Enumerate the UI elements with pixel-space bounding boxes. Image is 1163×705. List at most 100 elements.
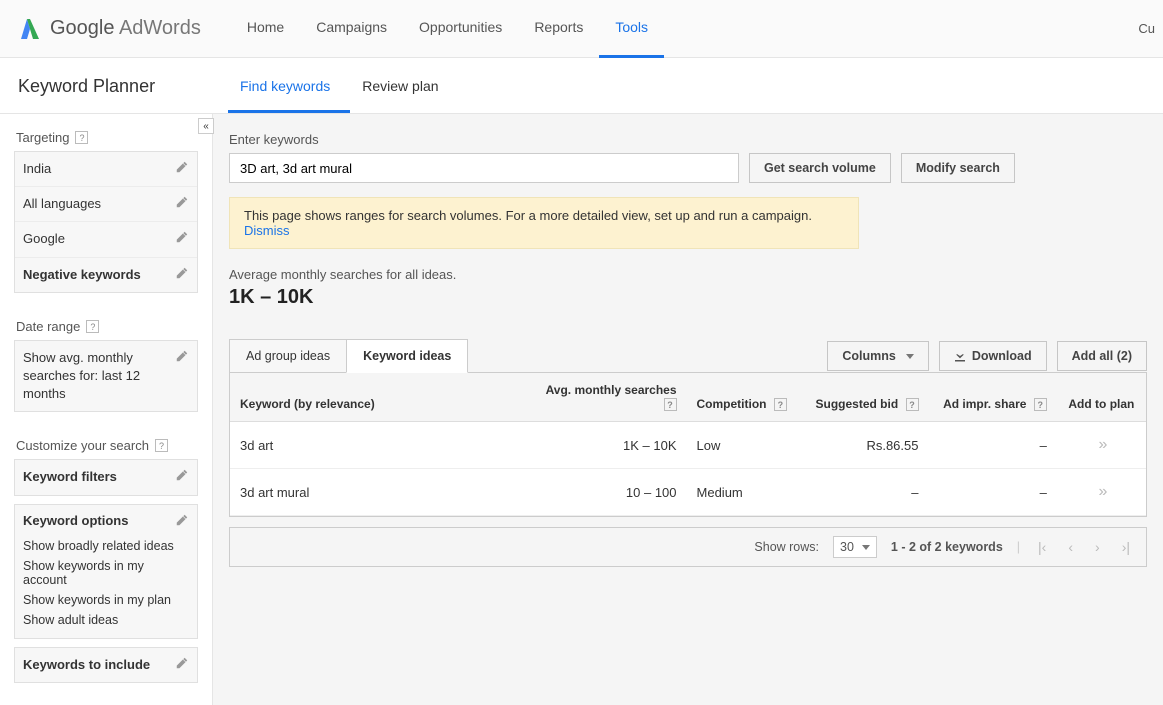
help-icon[interactable]: ? bbox=[75, 131, 88, 144]
notice-text: This page shows ranges for search volume… bbox=[244, 208, 812, 223]
col-competition[interactable]: Competition ? bbox=[687, 373, 801, 422]
date-range-row[interactable]: Show avg. monthly searches for: last 12 … bbox=[15, 341, 197, 412]
help-icon[interactable]: ? bbox=[86, 320, 99, 333]
tab-ad-group-ideas[interactable]: Ad group ideas bbox=[229, 339, 347, 373]
cell-bid: – bbox=[801, 469, 929, 516]
add-all-button[interactable]: Add all (2) bbox=[1057, 341, 1147, 371]
cell-impr: – bbox=[929, 422, 1057, 469]
modify-search-button[interactable]: Modify search bbox=[901, 153, 1015, 183]
first-page-button[interactable]: |‹ bbox=[1034, 539, 1050, 555]
columns-button[interactable]: Columns bbox=[827, 341, 928, 371]
targeting-box: India All languages Google Negative keyw… bbox=[14, 151, 198, 293]
customize-section-title: Customize your search ? bbox=[16, 438, 198, 453]
cell-searches: 1K – 10K bbox=[530, 422, 687, 469]
pencil-icon[interactable] bbox=[175, 160, 189, 174]
table-row: 3d art 1K – 10K Low Rs.86.55 – » bbox=[230, 422, 1146, 469]
date-range-box: Show avg. monthly searches for: last 12 … bbox=[14, 340, 198, 413]
pencil-icon[interactable] bbox=[175, 349, 189, 363]
sidebar: « Targeting ? India All languages Google… bbox=[0, 114, 212, 705]
add-to-plan-button[interactable]: » bbox=[1098, 436, 1104, 453]
page-title: Keyword Planner bbox=[18, 76, 228, 113]
cell-competition: Low bbox=[687, 422, 801, 469]
keyword-filters-row[interactable]: Keyword filters bbox=[15, 460, 197, 494]
keywords-include-row[interactable]: Keywords to include bbox=[15, 648, 197, 682]
list-item: Show keywords in my plan bbox=[23, 590, 189, 610]
results-table: Keyword (by relevance) Avg. monthly sear… bbox=[229, 372, 1147, 517]
keywords-input[interactable] bbox=[229, 153, 739, 183]
chevron-down-icon bbox=[862, 545, 870, 550]
pencil-icon[interactable] bbox=[175, 656, 189, 670]
keyword-filters-box: Keyword filters bbox=[14, 459, 198, 495]
help-icon[interactable]: ? bbox=[155, 439, 168, 452]
add-to-plan-button[interactable]: » bbox=[1098, 483, 1104, 500]
pencil-icon[interactable] bbox=[175, 230, 189, 244]
nav-opportunities[interactable]: Opportunities bbox=[403, 0, 518, 58]
pencil-icon[interactable] bbox=[175, 195, 189, 209]
help-icon[interactable]: ? bbox=[1034, 398, 1047, 411]
sub-header: Keyword Planner Find keywords Review pla… bbox=[0, 58, 1163, 114]
help-icon[interactable]: ? bbox=[774, 398, 787, 411]
header-right-text: Cu bbox=[1138, 21, 1155, 36]
pagination: Show rows: 30 1 - 2 of 2 keywords | |‹ ‹… bbox=[229, 527, 1147, 567]
chevron-down-icon bbox=[906, 354, 914, 359]
nav-home[interactable]: Home bbox=[231, 0, 300, 58]
pencil-icon[interactable] bbox=[175, 513, 189, 527]
nav-tools[interactable]: Tools bbox=[599, 0, 664, 58]
logo-text: Google AdWords bbox=[50, 17, 201, 40]
pencil-icon[interactable] bbox=[175, 468, 189, 482]
keyword-options-box: Keyword options Show broadly related ide… bbox=[14, 504, 198, 639]
notice-banner: This page shows ranges for search volume… bbox=[229, 197, 859, 249]
sub-tabs: Find keywords Review plan bbox=[228, 78, 459, 113]
cell-keyword: 3d art bbox=[230, 422, 530, 469]
list-item: Show keywords in my account bbox=[23, 556, 189, 590]
col-suggested-bid[interactable]: Suggested bid ? bbox=[801, 373, 929, 422]
nav-reports[interactable]: Reports bbox=[518, 0, 599, 58]
pencil-icon[interactable] bbox=[175, 266, 189, 280]
next-page-button[interactable]: › bbox=[1091, 539, 1104, 555]
targeting-negative-keywords[interactable]: Negative keywords bbox=[15, 258, 197, 292]
prev-page-button[interactable]: ‹ bbox=[1064, 539, 1077, 555]
tab-keyword-ideas[interactable]: Keyword ideas bbox=[346, 339, 468, 373]
cell-keyword: 3d art mural bbox=[230, 469, 530, 516]
col-keyword[interactable]: Keyword (by relevance) bbox=[230, 373, 530, 422]
tab-review-plan[interactable]: Review plan bbox=[350, 78, 458, 113]
keywords-include-box: Keywords to include bbox=[14, 647, 198, 683]
show-rows-label: Show rows: bbox=[754, 540, 819, 554]
adwords-logo-icon bbox=[18, 17, 42, 41]
pager-range: 1 - 2 of 2 keywords bbox=[891, 540, 1003, 554]
download-icon bbox=[954, 350, 966, 362]
table-row: 3d art mural 10 – 100 Medium – – » bbox=[230, 469, 1146, 516]
idea-tabs: Ad group ideas Keyword ideas bbox=[229, 339, 467, 373]
targeting-network[interactable]: Google bbox=[15, 222, 197, 257]
keyword-options-header[interactable]: Keyword options bbox=[15, 505, 197, 532]
help-icon[interactable]: ? bbox=[664, 398, 677, 411]
nav-campaigns[interactable]: Campaigns bbox=[300, 0, 403, 58]
top-nav: Home Campaigns Opportunities Reports Too… bbox=[231, 0, 664, 58]
logo[interactable]: Google AdWords bbox=[18, 17, 201, 41]
download-button[interactable]: Download bbox=[939, 341, 1047, 371]
enter-keywords-label: Enter keywords bbox=[229, 132, 1147, 147]
targeting-section-title: Targeting ? bbox=[16, 130, 198, 145]
list-item: Show adult ideas bbox=[23, 610, 189, 630]
list-item: Show broadly related ideas bbox=[23, 536, 189, 556]
avg-searches-label: Average monthly searches for all ideas. bbox=[229, 267, 1147, 282]
rows-select[interactable]: 30 bbox=[833, 536, 877, 558]
get-search-volume-button[interactable]: Get search volume bbox=[749, 153, 891, 183]
cell-bid: Rs.86.55 bbox=[801, 422, 929, 469]
date-range-section-title: Date range ? bbox=[16, 319, 198, 334]
col-ad-impr-share[interactable]: Ad impr. share ? bbox=[929, 373, 1057, 422]
cell-impr: – bbox=[929, 469, 1057, 516]
targeting-language[interactable]: All languages bbox=[15, 187, 197, 222]
collapse-sidebar-button[interactable]: « bbox=[198, 118, 214, 134]
cell-searches: 10 – 100 bbox=[530, 469, 687, 516]
targeting-location[interactable]: India bbox=[15, 152, 197, 187]
cell-competition: Medium bbox=[687, 469, 801, 516]
dismiss-link[interactable]: Dismiss bbox=[244, 223, 290, 238]
top-header: Google AdWords Home Campaigns Opportunit… bbox=[0, 0, 1163, 58]
last-page-button[interactable]: ›| bbox=[1118, 539, 1134, 555]
tab-find-keywords[interactable]: Find keywords bbox=[228, 78, 350, 113]
avg-searches-value: 1K – 10K bbox=[229, 286, 1147, 309]
col-avg-searches[interactable]: Avg. monthly searches ? bbox=[530, 373, 687, 422]
col-add-to-plan: Add to plan bbox=[1057, 373, 1146, 422]
help-icon[interactable]: ? bbox=[906, 398, 919, 411]
